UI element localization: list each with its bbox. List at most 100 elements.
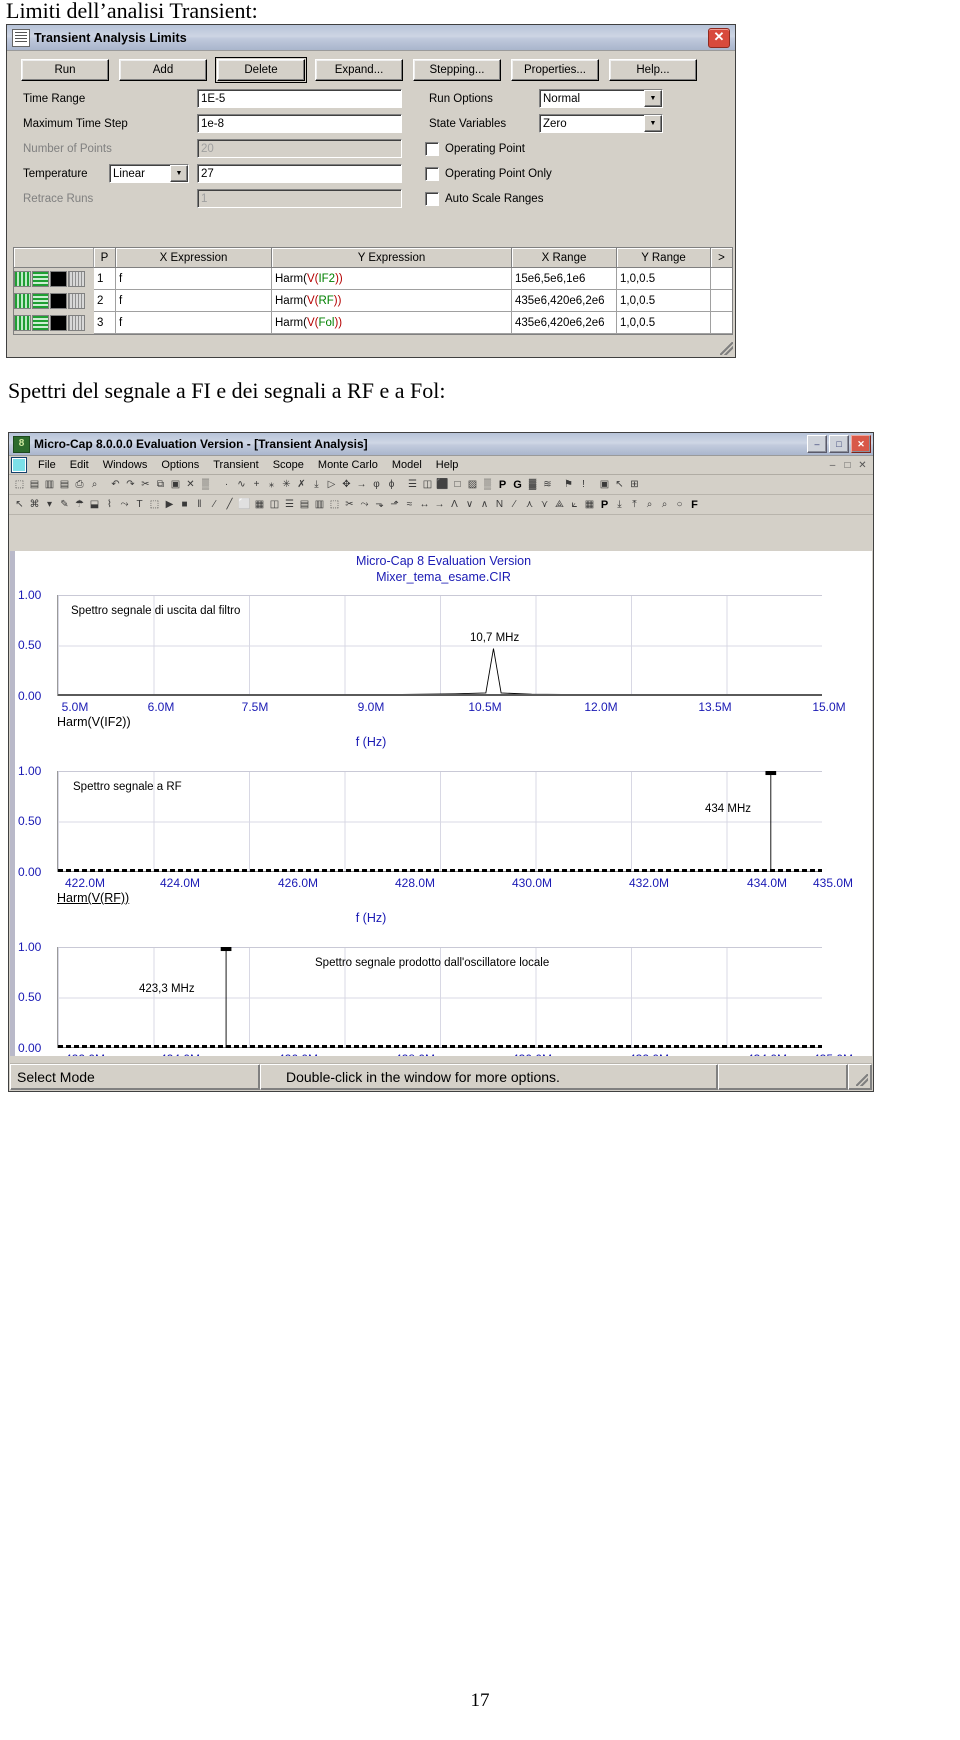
toolbar-icon-29[interactable]: ▨ <box>465 477 480 492</box>
row-y-range[interactable]: 1,0,0.5 <box>617 290 711 312</box>
chevron-down-icon[interactable]: ▼ <box>644 90 662 107</box>
plot-color-icon[interactable] <box>14 293 31 309</box>
toolbar-icon-14[interactable]: ╱ <box>222 497 237 512</box>
toolbar-icon-0[interactable]: ↖ <box>12 497 27 512</box>
row-x-range[interactable]: 15e6,5e6,1e6 <box>512 268 617 290</box>
plot-color-icon[interactable] <box>14 271 31 287</box>
toolbar-icon-22[interactable]: → <box>354 477 369 492</box>
row-color-swatches[interactable] <box>14 268 94 290</box>
toolbar-icon-24[interactable]: ϕ <box>384 477 399 492</box>
toolbar-icon-34[interactable]: ≋ <box>540 477 555 492</box>
run-options-select[interactable]: Normal ▼ <box>539 89 663 108</box>
toolbar-icon-2[interactable]: ▥ <box>42 477 57 492</box>
microcap-titlebar[interactable]: 8 Micro-Cap 8.0.0.0 Evaluation Version -… <box>9 433 873 456</box>
row-p[interactable]: 1 <box>94 268 116 290</box>
toolbar-icon-21[interactable]: ✥ <box>339 477 354 492</box>
plot-black-icon[interactable] <box>50 271 67 287</box>
dialog-titlebar[interactable]: Transient Analysis Limits ✕ <box>7 25 735 51</box>
run-button[interactable]: Run <box>21 59 109 81</box>
row-more[interactable] <box>711 290 732 312</box>
table-row[interactable]: 2 f Harm(V(RF)) 435e6,420e6,2e6 1,0,0.5 <box>14 290 732 312</box>
transient-analysis-limits-dialog[interactable]: Transient Analysis Limits ✕ Run Add Dele… <box>6 24 736 358</box>
status-resize-grip-icon[interactable] <box>848 1064 872 1090</box>
toolbar-icon-30[interactable]: ▒ <box>480 477 495 492</box>
menu-item-options[interactable]: Options <box>154 458 206 472</box>
chart1-curve-label[interactable]: Harm(V(IF2)) <box>57 715 131 729</box>
close-icon[interactable]: ✕ <box>851 435 871 453</box>
maximize-icon[interactable]: □ <box>829 435 849 453</box>
toolbar-icon-26[interactable]: ◫ <box>420 477 435 492</box>
toolbar-icon-28[interactable]: □ <box>450 477 465 492</box>
plot-grid-icon[interactable] <box>68 293 85 309</box>
toolbar-icon-7[interactable]: ↷ <box>123 477 138 492</box>
grid-header-more[interactable]: > <box>711 248 732 268</box>
microcap-menubar[interactable]: File Edit Windows Options Transient Scop… <box>9 456 873 475</box>
toolbar-icon-16[interactable]: ▦ <box>252 497 267 512</box>
temperature-input[interactable]: 27 <box>197 164 402 183</box>
toolbar-icon-18[interactable]: ☰ <box>282 497 297 512</box>
toolbar-icon-32[interactable]: Ν <box>492 497 507 512</box>
toolbar-icon-11[interactable]: ■ <box>177 497 192 512</box>
grid-header-x-expression[interactable]: X Expression <box>116 248 272 268</box>
delete-button[interactable]: Delete <box>215 57 307 83</box>
close-icon[interactable]: ✕ <box>708 27 730 48</box>
row-x-range[interactable]: 435e6,420e6,2e6 <box>512 312 617 334</box>
toolbar-icon-6[interactable]: ⌇ <box>102 497 117 512</box>
checkbox-icon[interactable] <box>425 167 439 181</box>
toolbar-icon-9[interactable]: ⧉ <box>153 477 168 492</box>
toolbar-icon-25[interactable]: ☰ <box>405 477 420 492</box>
toolbar-icon-31[interactable]: P <box>495 477 510 492</box>
chart2-curve-label[interactable]: Harm(V(RF)) <box>57 891 129 905</box>
toolbar-icon-9[interactable]: ⬚ <box>147 497 162 512</box>
checkbox-icon[interactable] <box>425 192 439 206</box>
grid-header-p[interactable]: P <box>94 248 116 268</box>
toolbar-icon-1[interactable]: ⌘ <box>27 497 42 512</box>
menu-item-windows[interactable]: Windows <box>96 458 155 472</box>
toolbar-icon-40[interactable]: ⤓ <box>612 497 627 512</box>
menu-item-edit[interactable]: Edit <box>63 458 96 472</box>
expand-button[interactable]: Expand... <box>315 59 403 81</box>
toolbar-icon-18[interactable]: ✗ <box>294 477 309 492</box>
properties-button[interactable]: Properties... <box>511 59 599 81</box>
toolbar-icon-10[interactable]: ▶ <box>162 497 177 512</box>
toolbar-icon-6[interactable]: ↶ <box>108 477 123 492</box>
toolbar-icon-12[interactable]: ‖ <box>192 497 207 512</box>
toolbar-icon-41[interactable]: ⤒ <box>627 497 642 512</box>
toolbar-icon-3[interactable]: ▤ <box>57 477 72 492</box>
checkbox-icon[interactable] <box>425 142 439 156</box>
row-color-swatches[interactable] <box>14 312 94 334</box>
mdi-minimize-icon[interactable]: – <box>826 460 839 471</box>
toolbar-icon-23[interactable]: φ <box>369 477 384 492</box>
toolbar-icon-33[interactable]: ▓ <box>525 477 540 492</box>
mdi-restore-icon[interactable]: □ <box>841 460 854 471</box>
toolbar-icon-7[interactable]: ⤳ <box>117 497 132 512</box>
time-range-input[interactable]: 1E-5 <box>197 89 402 108</box>
row-x-range[interactable]: 435e6,420e6,2e6 <box>512 290 617 312</box>
toolbar-icon-27[interactable]: ⬛ <box>435 477 450 492</box>
chart-panel-fol[interactable]: 1.00 0.50 0.00 423,3 MHz 422.0M 424.0M 4… <box>15 939 872 1056</box>
table-row[interactable]: 1 f Harm(V(IF2)) 15e6,5e6,1e6 1,0,0.5 <box>14 268 732 290</box>
row-color-swatches[interactable] <box>14 290 94 312</box>
toolbar-icon-30[interactable]: ∨ <box>462 497 477 512</box>
toolbar-icon-20[interactable]: ▥ <box>312 497 327 512</box>
row-p[interactable]: 3 <box>94 312 116 334</box>
table-row[interactable]: 3 f Harm(V(Fol)) 435e6,420e6,2e6 1,0,0.5 <box>14 312 732 334</box>
toolbar-icon-39[interactable]: ⊞ <box>627 477 642 492</box>
toolbar-icon-32[interactable]: G <box>510 477 525 492</box>
toolbar-icon-36[interactable]: ⟁ <box>552 497 567 512</box>
chevron-down-icon[interactable]: ▼ <box>644 115 662 132</box>
toolbar-icon-4[interactable]: ⎙ <box>72 477 87 492</box>
toolbar-icon-13[interactable]: ∕ <box>207 497 222 512</box>
toolbar-icon-38[interactable]: ↖ <box>612 477 627 492</box>
toolbar-icon-10[interactable]: ▣ <box>168 477 183 492</box>
chevron-down-icon[interactable]: ▼ <box>170 165 188 182</box>
auto-scale-ranges-checkbox[interactable]: Auto Scale Ranges <box>425 192 543 206</box>
help-button[interactable]: Help... <box>609 59 697 81</box>
toolbar-icon-38[interactable]: ▦ <box>582 497 597 512</box>
toolbar-icon-25[interactable]: ⬏ <box>387 497 402 512</box>
toolbar-icon-35[interactable]: ⋎ <box>537 497 552 512</box>
toolbar-icon-28[interactable]: → <box>432 497 447 512</box>
row-x-expression[interactable]: f <box>116 290 272 312</box>
operating-point-checkbox[interactable]: Operating Point <box>425 142 525 156</box>
mdi-close-icon[interactable]: ✕ <box>856 460 869 471</box>
